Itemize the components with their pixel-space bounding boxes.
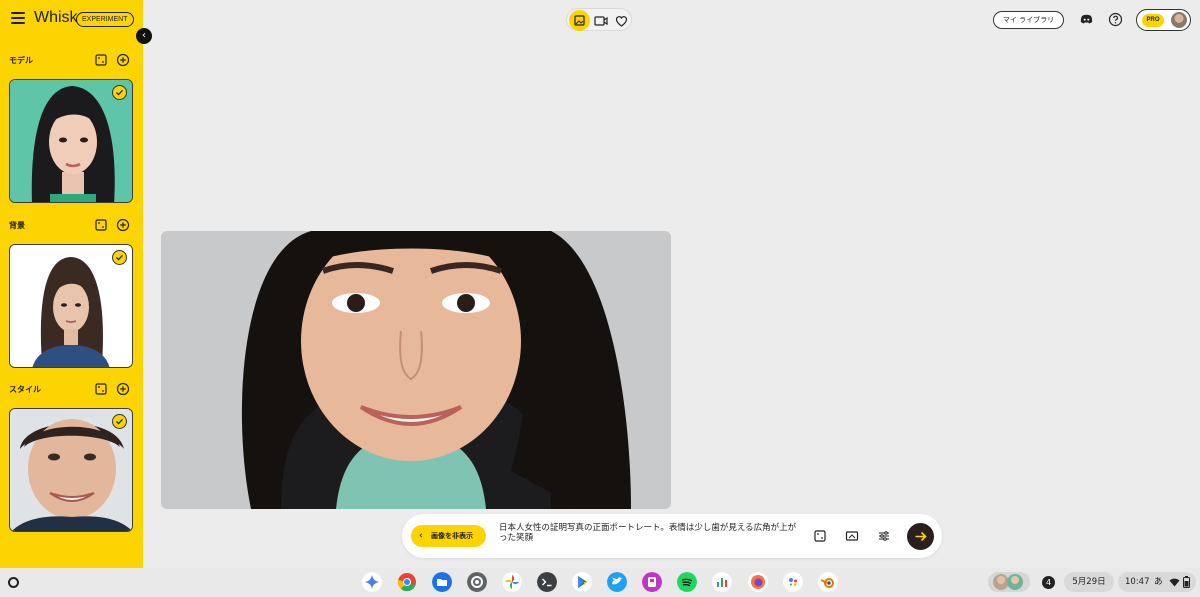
experiment-badge: EXPERIMENT	[76, 12, 134, 27]
selected-check-icon	[112, 85, 127, 100]
generated-image	[161, 231, 671, 509]
send-arrow-button[interactable]	[907, 523, 934, 550]
gemini-app-icon[interactable]	[362, 572, 382, 592]
add-circle-icon[interactable]	[116, 218, 130, 232]
play-store-app-icon[interactable]	[572, 572, 592, 592]
system-status-area[interactable]: 10:47 あ	[1118, 572, 1196, 592]
app-title: Whisk	[34, 9, 78, 26]
model-thumbnail[interactable]	[9, 79, 133, 203]
random-dice-icon[interactable]	[94, 218, 108, 232]
sidebar: Whisk EXPERIMENT モデル 背景 スタイル	[0, 0, 143, 568]
prompt-input[interactable]: 日本人女性の証明写真の正面ポートレート。表情は少し歯が見える広角が上がった笑顔	[499, 523, 804, 543]
pro-badge: PRO	[1142, 14, 1164, 27]
section-title: モデル	[9, 56, 33, 65]
add-circle-icon[interactable]	[116, 382, 130, 396]
collapse-sidebar-button[interactable]: ‹	[136, 28, 152, 44]
section-style-header: スタイル	[9, 382, 135, 398]
help-icon[interactable]	[1108, 12, 1123, 27]
background-thumbnail[interactable]	[9, 244, 133, 368]
bird-app-icon[interactable]	[607, 572, 627, 592]
menu-icon[interactable]	[11, 12, 25, 26]
favorites-heart-icon[interactable]	[611, 10, 632, 31]
account-pro-chip[interactable]: PRO	[1136, 9, 1191, 31]
prompt-bar: ‹ 画像を非表示 日本人女性の証明写真の正面ポートレート。表情は少し歯が見える広…	[402, 514, 942, 558]
tray-recent-photos[interactable]	[988, 572, 1030, 592]
os-shelf: 4 5月29日 10:47 あ	[0, 568, 1200, 597]
photos-app-icon[interactable]	[502, 572, 522, 592]
magenta-app-icon[interactable]	[642, 572, 662, 592]
ime-indicator: あ	[1154, 577, 1163, 587]
chevron-left-icon: ‹	[419, 531, 423, 541]
blender-app-icon[interactable]	[818, 572, 838, 592]
add-circle-icon[interactable]	[116, 53, 130, 67]
section-title: スタイル	[9, 385, 41, 394]
image-tool-icon[interactable]	[569, 10, 590, 31]
random-dice-icon[interactable]	[813, 529, 827, 543]
selected-check-icon	[112, 414, 127, 429]
section-title: 背景	[9, 221, 25, 230]
video-tool-icon[interactable]	[590, 10, 611, 31]
random-dice-icon[interactable]	[94, 382, 108, 396]
terminal-app-icon[interactable]	[537, 572, 557, 592]
selected-check-icon	[112, 250, 127, 265]
section-background-header: 背景	[9, 218, 135, 234]
my-library-button[interactable]: マイ ライブラリ	[993, 11, 1064, 29]
discord-icon[interactable]	[1079, 12, 1094, 27]
section-model-header: モデル	[9, 53, 135, 69]
date-display[interactable]: 5月29日	[1064, 572, 1114, 592]
avatar	[1171, 12, 1187, 28]
spotify-app-icon[interactable]	[677, 572, 697, 592]
random-dice-icon[interactable]	[94, 53, 108, 67]
notification-count-badge[interactable]: 4	[1042, 576, 1055, 589]
hide-images-button[interactable]: ‹ 画像を非表示	[411, 525, 486, 547]
aspect-ratio-icon[interactable]	[845, 529, 859, 543]
settings-sliders-icon[interactable]	[877, 529, 891, 543]
firefox-app-icon[interactable]	[748, 572, 768, 592]
launcher-button[interactable]	[8, 577, 19, 588]
chrome-app-icon[interactable]	[397, 572, 417, 592]
chart-app-icon[interactable]	[712, 572, 732, 592]
settings-app-icon[interactable]	[467, 572, 487, 592]
wifi-icon	[1169, 578, 1180, 587]
hide-images-label: 画像を非表示	[431, 532, 473, 540]
clock: 10:47	[1125, 577, 1150, 587]
assistant-app-icon[interactable]	[783, 572, 803, 592]
style-thumbnail[interactable]	[9, 408, 133, 532]
mode-toolbar	[566, 8, 632, 31]
files-app-icon[interactable]	[432, 572, 452, 592]
battery-icon	[1183, 576, 1190, 588]
